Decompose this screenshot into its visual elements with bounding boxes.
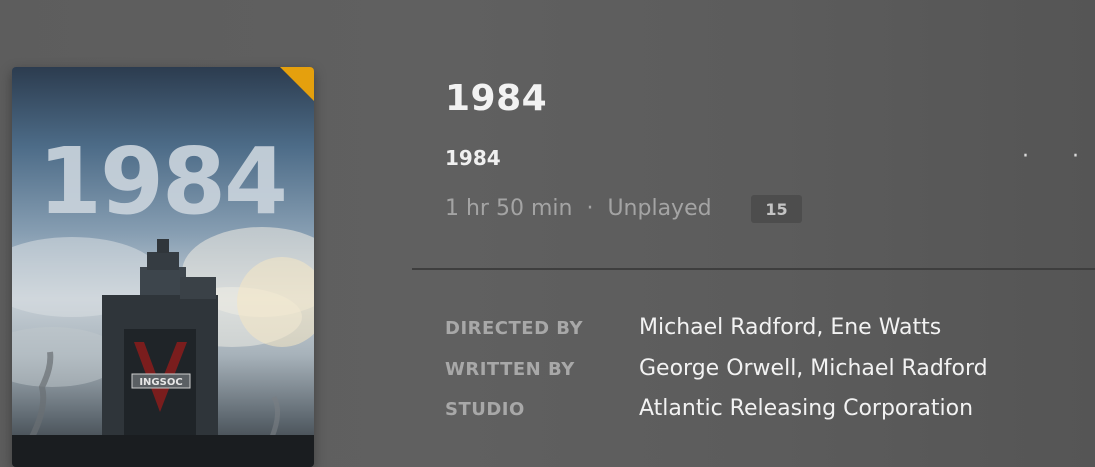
credit-value[interactable]: Michael Radford, Ene Watts — [639, 315, 941, 340]
credit-label: WRITTEN BY — [445, 358, 575, 380]
media-meta: 1 hr 50 min · Unplayed — [445, 196, 712, 221]
credit-label: DIRECTED BY — [445, 318, 584, 339]
credit-value[interactable]: George Orwell, Michael Radford — [639, 356, 988, 381]
credits-list: DIRECTED BY Michael Radford, Ene Watts W… — [445, 315, 988, 437]
poster-title-art: 1984 — [38, 128, 286, 235]
duration-text: 1 hr 50 min — [445, 196, 573, 221]
credit-value[interactable]: Atlantic Releasing Corporation — [639, 396, 973, 421]
credit-row-writer: WRITTEN BY George Orwell, Michael Radfor… — [445, 356, 988, 397]
poster-artwork: INGSOC 1984 — [12, 128, 314, 467]
credit-row-studio: STUDIO Atlantic Releasing Corporation — [445, 396, 988, 437]
more-options-button[interactable]: · · · — [1022, 144, 1095, 169]
section-divider — [412, 268, 1095, 270]
original-title: 1984 — [445, 146, 501, 170]
movie-poster[interactable]: INGSOC 1984 — [12, 67, 314, 467]
meta-separator: · — [586, 196, 594, 221]
page-title: 1984 — [445, 78, 548, 119]
content-rating-badge: 15 — [751, 195, 802, 223]
credit-row-director: DIRECTED BY Michael Radford, Ene Watts — [445, 315, 988, 356]
play-status-text: Unplayed — [607, 196, 712, 221]
unwatched-corner-badge — [280, 67, 314, 101]
poster-emblem-text: INGSOC — [139, 377, 182, 388]
credit-label: STUDIO — [445, 399, 525, 420]
